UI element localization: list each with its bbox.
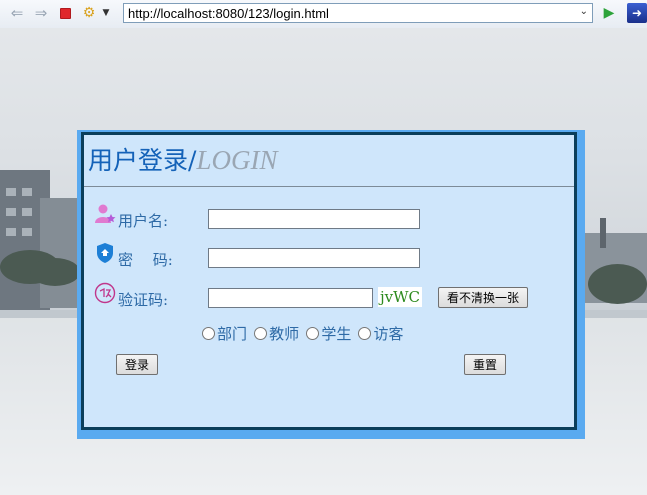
stop-icon[interactable] [56, 4, 74, 22]
go-arrow-icon[interactable]: ▶ [600, 4, 618, 22]
role-option-department[interactable]: 部门 [202, 323, 247, 344]
role-radio-department[interactable] [202, 327, 215, 340]
password-input[interactable] [208, 248, 420, 268]
captcha-stamp-icon [94, 282, 116, 304]
username-row: 用户名: [84, 204, 574, 233]
title-en: LOGIN [196, 145, 278, 175]
role-option-teacher[interactable]: 教师 [254, 323, 299, 344]
captcha-label: 验证码: [118, 291, 169, 309]
refresh-captcha-button[interactable]: 看不清换一张 [438, 287, 529, 308]
role-label: 部门 [217, 325, 248, 343]
login-form: 用户登录/LOGIN 用户名: 密 码: 验证码: jvWC 看不清换一张 部门… [81, 132, 577, 430]
address-bar[interactable]: ⌄ [123, 3, 593, 23]
role-radio-teacher[interactable] [254, 327, 268, 340]
role-radio-group: 部门 教师 学生 访客 [202, 323, 406, 345]
chevron-down-icon[interactable]: ▼ [100, 4, 112, 22]
reset-button[interactable]: 重置 [464, 354, 507, 375]
back-arrow-icon[interactable]: ⇐ [8, 4, 26, 22]
page-title: 用户登录/LOGIN [88, 141, 277, 175]
browser-toolbar: ⇐ ⇒ ⚙ ▼ ⌄ ▶ ➜ [0, 0, 647, 29]
title-cn: 用户登录 [88, 146, 189, 175]
role-label: 访客 [373, 325, 404, 343]
role-option-visitor[interactable]: 访客 [358, 323, 403, 344]
user-icon [94, 203, 116, 225]
username-label: 用户名: [118, 212, 169, 230]
username-input[interactable] [208, 209, 420, 229]
role-radio-visitor[interactable] [358, 327, 372, 340]
role-radio-student[interactable] [306, 327, 320, 340]
role-label: 教师 [269, 325, 300, 343]
tools-icon[interactable]: ⚙ [80, 4, 98, 22]
extension-icon[interactable]: ➜ [627, 3, 647, 23]
login-button[interactable]: 登录 [116, 354, 159, 375]
role-label: 学生 [321, 325, 352, 343]
captcha-image[interactable]: jvWC [378, 287, 423, 307]
captcha-row: 验证码: jvWC 看不清换一张 [84, 282, 574, 312]
forward-arrow-icon[interactable]: ⇒ [32, 4, 50, 22]
url-input[interactable] [124, 4, 568, 22]
captcha-input[interactable] [208, 288, 373, 308]
password-row: 密 码: [84, 243, 574, 272]
shield-icon [94, 242, 116, 264]
password-label: 密 码: [118, 251, 173, 269]
role-option-student[interactable]: 学生 [306, 323, 351, 344]
chevron-down-icon[interactable]: ⌄ [580, 6, 588, 17]
title-divider [84, 186, 574, 187]
login-panel: 用户登录/LOGIN 用户名: 密 码: 验证码: jvWC 看不清换一张 部门… [77, 130, 585, 439]
